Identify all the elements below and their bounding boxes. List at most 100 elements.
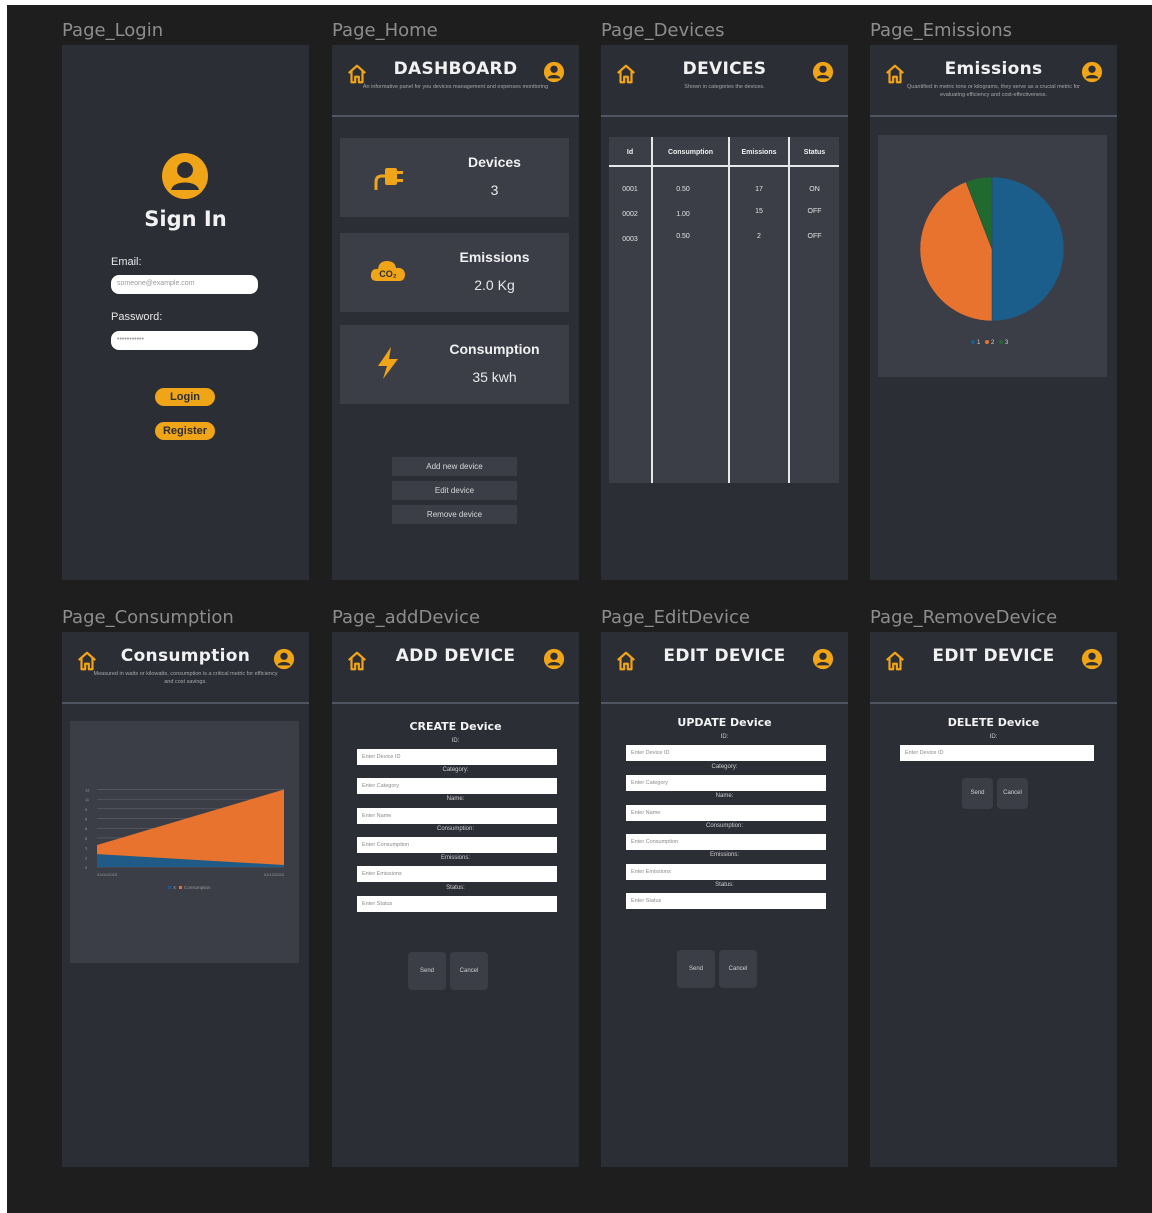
password-field[interactable]: ••••••••••• <box>111 331 258 350</box>
device-id-input[interactable]: Enter Device ID <box>626 745 826 761</box>
field-label-id: ID: <box>989 734 998 740</box>
lightning-icon <box>378 347 398 379</box>
home-icon[interactable] <box>884 63 906 85</box>
user-icon[interactable] <box>812 61 834 83</box>
user-icon[interactable] <box>273 648 295 670</box>
legend-label-x: X <box>173 885 176 890</box>
devices-card-value: 3 <box>490 182 499 198</box>
category-input[interactable]: Enter Category <box>626 775 826 791</box>
device-id-input[interactable]: Enter Device ID <box>900 745 1094 761</box>
page-title: ADD DEVICE <box>395 646 516 666</box>
legend-marker-1 <box>971 340 975 344</box>
column-header-id: Id <box>626 149 634 156</box>
design-canvas: Page_Login Page_Home Page_Devices Page_E… <box>7 5 1152 1213</box>
legend-marker-2 <box>985 340 989 344</box>
header: Consumption Measured in watts or kilowat… <box>62 632 309 704</box>
frame-label-remove: Page_RemoveDevice <box>870 607 1058 628</box>
send-button[interactable]: Send <box>677 950 715 988</box>
page-title: EDIT DEVICE <box>932 646 1055 666</box>
home-icon[interactable] <box>884 650 906 672</box>
y-tick-label: 11 <box>85 797 90 802</box>
edit-device-button[interactable]: Edit device <box>392 481 517 500</box>
add-device-button[interactable]: Add new device <box>392 457 517 476</box>
home-icon[interactable] <box>615 63 637 85</box>
consumption-chart-panel: 0 2 3 5 6 8 9 11 12 01/01/2023 01/12/2023 X Consumpt… <box>70 721 299 963</box>
home-icon[interactable] <box>346 650 368 672</box>
devices-card[interactable]: Devices 3 <box>340 138 569 217</box>
frame-label-consumption: Page_Consumption <box>62 607 234 628</box>
page-subtitle: Quantified in metric tons or kilograms, … <box>906 84 1080 98</box>
frame-label-home: Page_Home <box>332 20 438 41</box>
status-input[interactable]: Enter Status <box>626 893 826 909</box>
field-label-status: Status: <box>446 885 465 891</box>
category-input[interactable]: Enter Category <box>357 778 557 794</box>
email-field[interactable]: someone@example.com <box>111 275 258 294</box>
devices-card-title: Devices <box>468 154 521 170</box>
remove-device-button[interactable]: Remove device <box>392 505 517 524</box>
user-icon[interactable] <box>543 648 565 670</box>
emissions-card[interactable]: CO₂ Emissions 2.0 Kg <box>340 233 569 312</box>
cell-status: OFF <box>807 233 822 240</box>
consumption-card[interactable]: Consumption 35 kwh <box>340 325 569 404</box>
pie-slice-1 <box>991 176 1065 322</box>
user-icon[interactable] <box>812 648 834 670</box>
emissions-card-value: 2.0 Kg <box>474 277 515 293</box>
frame-label-devices: Page_Devices <box>601 20 725 41</box>
login-button[interactable]: Login <box>155 388 215 406</box>
register-button[interactable]: Register <box>155 422 215 440</box>
user-icon[interactable] <box>543 61 565 83</box>
status-input[interactable]: Enter Status <box>357 896 557 912</box>
user-icon[interactable] <box>1081 648 1103 670</box>
email-label: Email: <box>111 256 142 268</box>
cell-consumption: 0.50 <box>676 233 690 240</box>
emissions-input[interactable]: Enter Emissions <box>357 866 557 882</box>
frame-edit-device: EDIT DEVICE UPDATE Device ID: Enter Devi… <box>601 632 848 1167</box>
send-button[interactable]: Send <box>408 952 446 990</box>
consumption-input[interactable]: Enter Consumption <box>357 837 557 853</box>
cancel-button[interactable]: Cancel <box>450 952 488 990</box>
home-icon[interactable] <box>346 63 368 85</box>
page-subtitle: Shown in categories the devices. <box>684 84 765 90</box>
form-title: UPDATE Device <box>677 716 772 729</box>
y-tick-label: 0 <box>85 865 88 870</box>
consumption-area-chart: 0 2 3 5 6 8 9 11 12 01/01/2023 01/12/2023 X Consumpt… <box>85 787 285 890</box>
cell-emissions: 15 <box>755 208 763 215</box>
password-label: Password: <box>111 311 163 323</box>
cancel-button[interactable]: Cancel <box>719 950 757 988</box>
emissions-input[interactable]: Enter Emissions <box>626 864 826 880</box>
user-icon[interactable] <box>1081 61 1103 83</box>
cell-consumption: 1.00 <box>676 211 690 218</box>
field-label-consumption: Consumption: <box>436 826 475 832</box>
cell-id: 0001 <box>622 186 638 193</box>
field-label-name: Name: <box>446 796 465 802</box>
consumption-input[interactable]: Enter Consumption <box>626 834 826 850</box>
field-label-category: Category: <box>442 767 469 773</box>
page-title: DASHBOARD <box>393 59 518 79</box>
frame-remove-device: EDIT DEVICE DELETE Device ID: Enter Devi… <box>870 632 1117 1167</box>
y-tick-label: 8 <box>85 817 88 822</box>
page-title: Consumption <box>120 646 251 666</box>
send-button[interactable]: Send <box>962 778 993 809</box>
svg-text:CO₂: CO₂ <box>379 269 397 279</box>
header: ADD DEVICE <box>332 632 579 704</box>
frame-label-emissions: Page_Emissions <box>870 20 1013 41</box>
signin-title: Sign In <box>144 207 227 231</box>
cell-id: 0002 <box>622 211 638 218</box>
user-avatar-icon <box>162 153 208 199</box>
field-label-category: Category: <box>711 764 738 770</box>
device-id-input[interactable]: Enter Device ID <box>357 749 557 765</box>
cell-id: 0003 <box>622 236 638 243</box>
header: EDIT DEVICE <box>870 632 1117 704</box>
name-input[interactable]: Enter Name <box>626 805 826 821</box>
frame-label-edit: Page_EditDevice <box>601 607 750 628</box>
home-icon[interactable] <box>615 650 637 672</box>
page-title: DEVICES <box>682 59 767 79</box>
cell-status: OFF <box>807 208 822 215</box>
plug-icon <box>374 168 403 190</box>
field-label-status: Status: <box>715 882 734 888</box>
cancel-button[interactable]: Cancel <box>997 778 1028 809</box>
home-icon[interactable] <box>76 650 98 672</box>
consumption-card-value: 35 kwh <box>472 369 517 385</box>
name-input[interactable]: Enter Name <box>357 808 557 824</box>
x-tick-label: 01/01/2023 <box>97 872 118 877</box>
